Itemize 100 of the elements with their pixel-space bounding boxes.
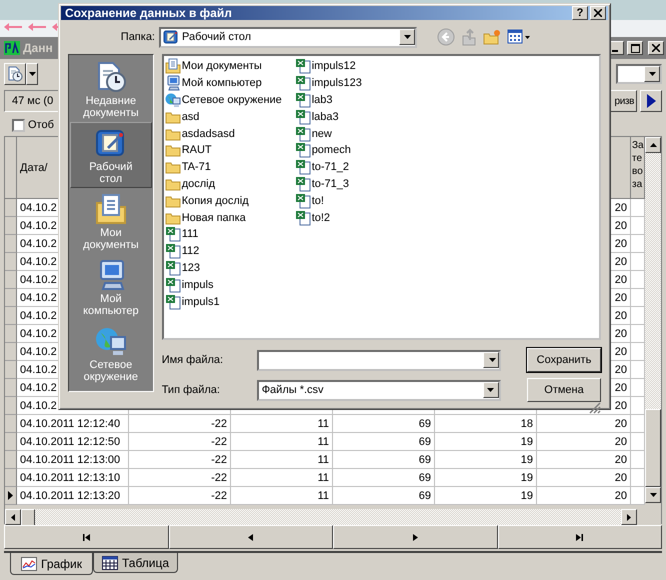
file-item[interactable]: asdadsasd: [164, 125, 295, 142]
file-item[interactable]: 111: [164, 226, 295, 243]
caret-up-icon: [650, 143, 656, 147]
table-cell: -22: [129, 487, 231, 505]
row-header[interactable]: [5, 487, 17, 505]
file-type-combo-box[interactable]: Файлы *.csv: [256, 380, 501, 400]
network-icon: [164, 92, 181, 108]
spreadsheet-icon: [294, 92, 311, 108]
close-button[interactable]: [590, 6, 606, 20]
save-button[interactable]: Сохранить: [527, 348, 601, 372]
combo-box[interactable]: [616, 64, 662, 84]
navigation-button[interactable]: [168, 525, 333, 549]
help-button[interactable]: ?: [572, 6, 588, 20]
caret-icon: [404, 35, 410, 39]
file-item[interactable]: Мои документы: [164, 58, 295, 75]
file-item[interactable]: lab3: [294, 92, 425, 108]
caret-icon: [28, 72, 36, 76]
last-record-icon: [575, 532, 584, 542]
caret-icon: [487, 388, 494, 392]
column-header[interactable]: За те во за: [631, 137, 645, 199]
file-name-field[interactable]: [256, 350, 501, 370]
file-item[interactable]: TA-71: [164, 158, 295, 176]
table-cell: 11: [231, 487, 333, 505]
spreadsheet-icon: [294, 75, 311, 92]
spreadsheet-icon: [294, 192, 311, 209]
spreadsheet-icon: [294, 176, 311, 192]
spreadsheet-icon: [164, 243, 181, 260]
table-cell: 20: [537, 487, 631, 505]
forward-button[interactable]: [640, 90, 662, 112]
spreadsheet-icon: [294, 58, 311, 74]
scrollbar-thumb[interactable]: [645, 409, 661, 487]
spreadsheet-icon: [294, 210, 311, 226]
file-item[interactable]: Новая папка: [164, 209, 295, 226]
network-icon: [94, 325, 127, 357]
spreadsheet-icon: [164, 276, 181, 293]
caret-icon: [648, 72, 656, 76]
file-item[interactable]: to-71_2: [294, 158, 425, 176]
documents-folder-icon: [164, 58, 181, 74]
recent-documents-icon: [7, 66, 23, 82]
checkbox[interactable]: [12, 118, 25, 132]
file-item[interactable]: to!2: [294, 209, 425, 226]
tab[interactable]: График: [10, 553, 93, 575]
chart-icon: [21, 556, 37, 570]
file-item[interactable]: RAUT: [164, 142, 295, 159]
navigation-button[interactable]: [333, 525, 498, 549]
file-item[interactable]: impuls123: [294, 74, 425, 92]
close-icon: [594, 9, 602, 17]
desktop-icon: [94, 127, 127, 159]
maximize-button[interactable]: [627, 41, 643, 55]
window-title: Данн: [23, 41, 53, 55]
scroll-up-button[interactable]: [645, 137, 661, 153]
current-row-icon: [8, 491, 13, 500]
first-record-icon: [82, 532, 91, 542]
spreadsheet-icon: [294, 126, 311, 142]
folder-label: Папка:: [120, 31, 155, 43]
resize-grip-icon[interactable]: [589, 402, 601, 414]
folder-combo-box[interactable]: Рабочий стол: [159, 26, 417, 48]
scroll-down-button[interactable]: [645, 487, 661, 503]
file-item[interactable]: to-71_3: [294, 176, 425, 192]
file-item[interactable]: 112: [164, 242, 295, 260]
file-name-label: Имя файла:: [162, 354, 224, 366]
arrow-icon: [4, 23, 22, 31]
back-icon[interactable]: [437, 28, 455, 46]
file-item[interactable]: impuls: [164, 276, 295, 294]
computer-icon: [164, 75, 181, 92]
places-item[interactable]: Недавние документы: [70, 56, 152, 122]
spreadsheet-icon: [164, 226, 181, 242]
scroll-right-button[interactable]: [621, 509, 637, 525]
file-item[interactable]: impuls12: [294, 58, 425, 75]
file-type-label: Тип файла:: [162, 384, 221, 396]
spreadsheet-icon: [294, 108, 311, 125]
file-item[interactable]: Копия дослід: [164, 192, 295, 210]
view-menu-icon[interactable]: [507, 29, 531, 45]
cancel-button[interactable]: Отмена: [527, 378, 601, 402]
file-item[interactable]: new: [294, 125, 425, 142]
file-item[interactable]: impuls1: [164, 293, 295, 310]
tab[interactable]: Таблица: [93, 553, 178, 573]
scroll-left-button[interactable]: [5, 509, 21, 525]
checkbox-label: Отоб: [28, 119, 54, 131]
arrow-right-icon: [646, 94, 656, 108]
caret-right-icon: [627, 514, 631, 520]
dialog-title: Сохранение данных в файл: [65, 6, 232, 20]
places-item[interactable]: Рабочий стол: [70, 122, 152, 188]
file-item[interactable]: asd: [164, 108, 295, 126]
previous-record-icon: [247, 532, 254, 542]
clock-button[interactable]: [4, 62, 26, 84]
dropdown-button[interactable]: [26, 62, 38, 84]
file-item[interactable]: Мой компьютер: [164, 74, 295, 92]
close-button[interactable]: [648, 41, 664, 55]
file-item[interactable]: to!: [294, 192, 425, 210]
spreadsheet-icon: [294, 142, 311, 158]
file-item[interactable]: laba3: [294, 108, 425, 126]
maximize-icon: [630, 44, 640, 52]
file-item[interactable]: pomech: [294, 142, 425, 159]
file-item[interactable]: 123: [164, 260, 295, 276]
file-item[interactable]: Сетевое окружение: [164, 92, 295, 108]
file-item[interactable]: дослід: [164, 176, 295, 192]
navigation-button[interactable]: [498, 525, 662, 549]
navigation-button[interactable]: [4, 525, 168, 549]
documents-folder-icon: [94, 193, 127, 225]
